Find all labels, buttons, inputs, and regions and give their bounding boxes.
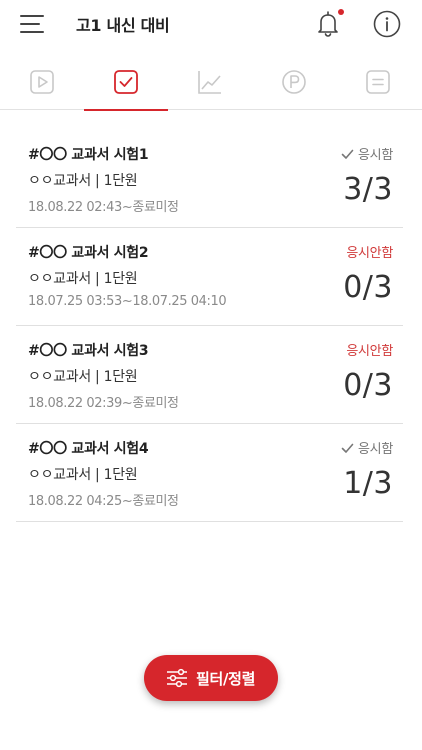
exam-list: #〇〇 교과서 시험1 ㅇㅇ교과서 | 1단원 18.08.22 02:43~종…: [16, 130, 403, 522]
notification-dot: [338, 9, 344, 15]
exam-list-item[interactable]: #〇〇 교과서 시험4 ㅇㅇ교과서 | 1단원 18.08.22 04:25~종…: [16, 424, 403, 522]
status-badge: 응시함: [341, 438, 393, 457]
checkbox-icon: [114, 70, 138, 94]
tab-stats[interactable]: [168, 54, 252, 110]
checkmark-icon: [341, 149, 354, 159]
exam-score: 3/3: [343, 172, 393, 207]
tab-exam[interactable]: [84, 54, 168, 111]
status-text: 응시함: [358, 442, 393, 457]
hamburger-menu-icon[interactable]: [20, 13, 46, 35]
exam-title: #〇〇 교과서 시험1: [28, 147, 149, 163]
exam-score: 1/3: [343, 466, 393, 501]
list-icon: [366, 70, 390, 94]
exam-date: 18.08.22 02:39~종료미정: [28, 396, 179, 411]
exam-date: 18.08.22 04:25~종료미정: [28, 494, 179, 509]
tab-lecture[interactable]: [0, 54, 84, 110]
header: 고1 내신 대비: [0, 0, 422, 50]
notification-bell-icon[interactable]: [312, 8, 344, 40]
filter-sort-label: 필터/정렬: [196, 670, 256, 688]
checkmark-icon: [341, 443, 354, 453]
status-text: 응시안함: [346, 246, 393, 261]
exam-date: 18.08.22 02:43~종료미정: [28, 200, 179, 215]
info-icon[interactable]: [372, 9, 402, 39]
status-text: 응시안함: [346, 344, 393, 359]
exam-list-item[interactable]: #〇〇 교과서 시험2 ㅇㅇ교과서 | 1단원 18.07.25 03:53~1…: [16, 228, 403, 326]
app-root: 고1 내신 대비 #〇〇 교과서 시험1 ㅇㅇ교과서 | 1단원 18.08.2…: [0, 0, 422, 750]
tab-board[interactable]: [336, 54, 420, 110]
chart-icon: [198, 71, 221, 94]
play-icon: [30, 70, 54, 94]
exam-subtitle: ㅇㅇ교과서 | 1단원: [28, 271, 138, 287]
exam-list-item[interactable]: #〇〇 교과서 시험1 ㅇㅇ교과서 | 1단원 18.08.22 02:43~종…: [16, 130, 403, 228]
active-tab-indicator: [84, 109, 168, 111]
filter-sort-button[interactable]: 필터/정렬: [144, 655, 278, 701]
filter-sliders-icon: [167, 668, 187, 688]
exam-title: #〇〇 교과서 시험2: [28, 245, 149, 261]
exam-subtitle: ㅇㅇ교과서 | 1단원: [28, 369, 138, 385]
status-badge: 응시안함: [346, 340, 393, 359]
page-title: 고1 내신 대비: [76, 16, 170, 35]
exam-subtitle: ㅇㅇ교과서 | 1단원: [28, 173, 138, 189]
tab-point[interactable]: [252, 54, 336, 110]
exam-title: #〇〇 교과서 시험3: [28, 343, 149, 359]
status-badge: 응시함: [341, 144, 393, 163]
exam-list-item[interactable]: #〇〇 교과서 시험3 ㅇㅇ교과서 | 1단원 18.08.22 02:39~종…: [16, 326, 403, 424]
exam-score: 0/3: [343, 270, 393, 305]
status-text: 응시함: [358, 148, 393, 163]
status-badge: 응시안함: [346, 242, 393, 261]
p-circle-icon: [282, 70, 306, 94]
exam-title: #〇〇 교과서 시험4: [28, 441, 149, 457]
tab-bar: [0, 54, 422, 111]
exam-date: 18.07.25 03:53~18.07.25 04:10: [28, 294, 227, 309]
exam-score: 0/3: [343, 368, 393, 403]
exam-subtitle: ㅇㅇ교과서 | 1단원: [28, 467, 138, 483]
